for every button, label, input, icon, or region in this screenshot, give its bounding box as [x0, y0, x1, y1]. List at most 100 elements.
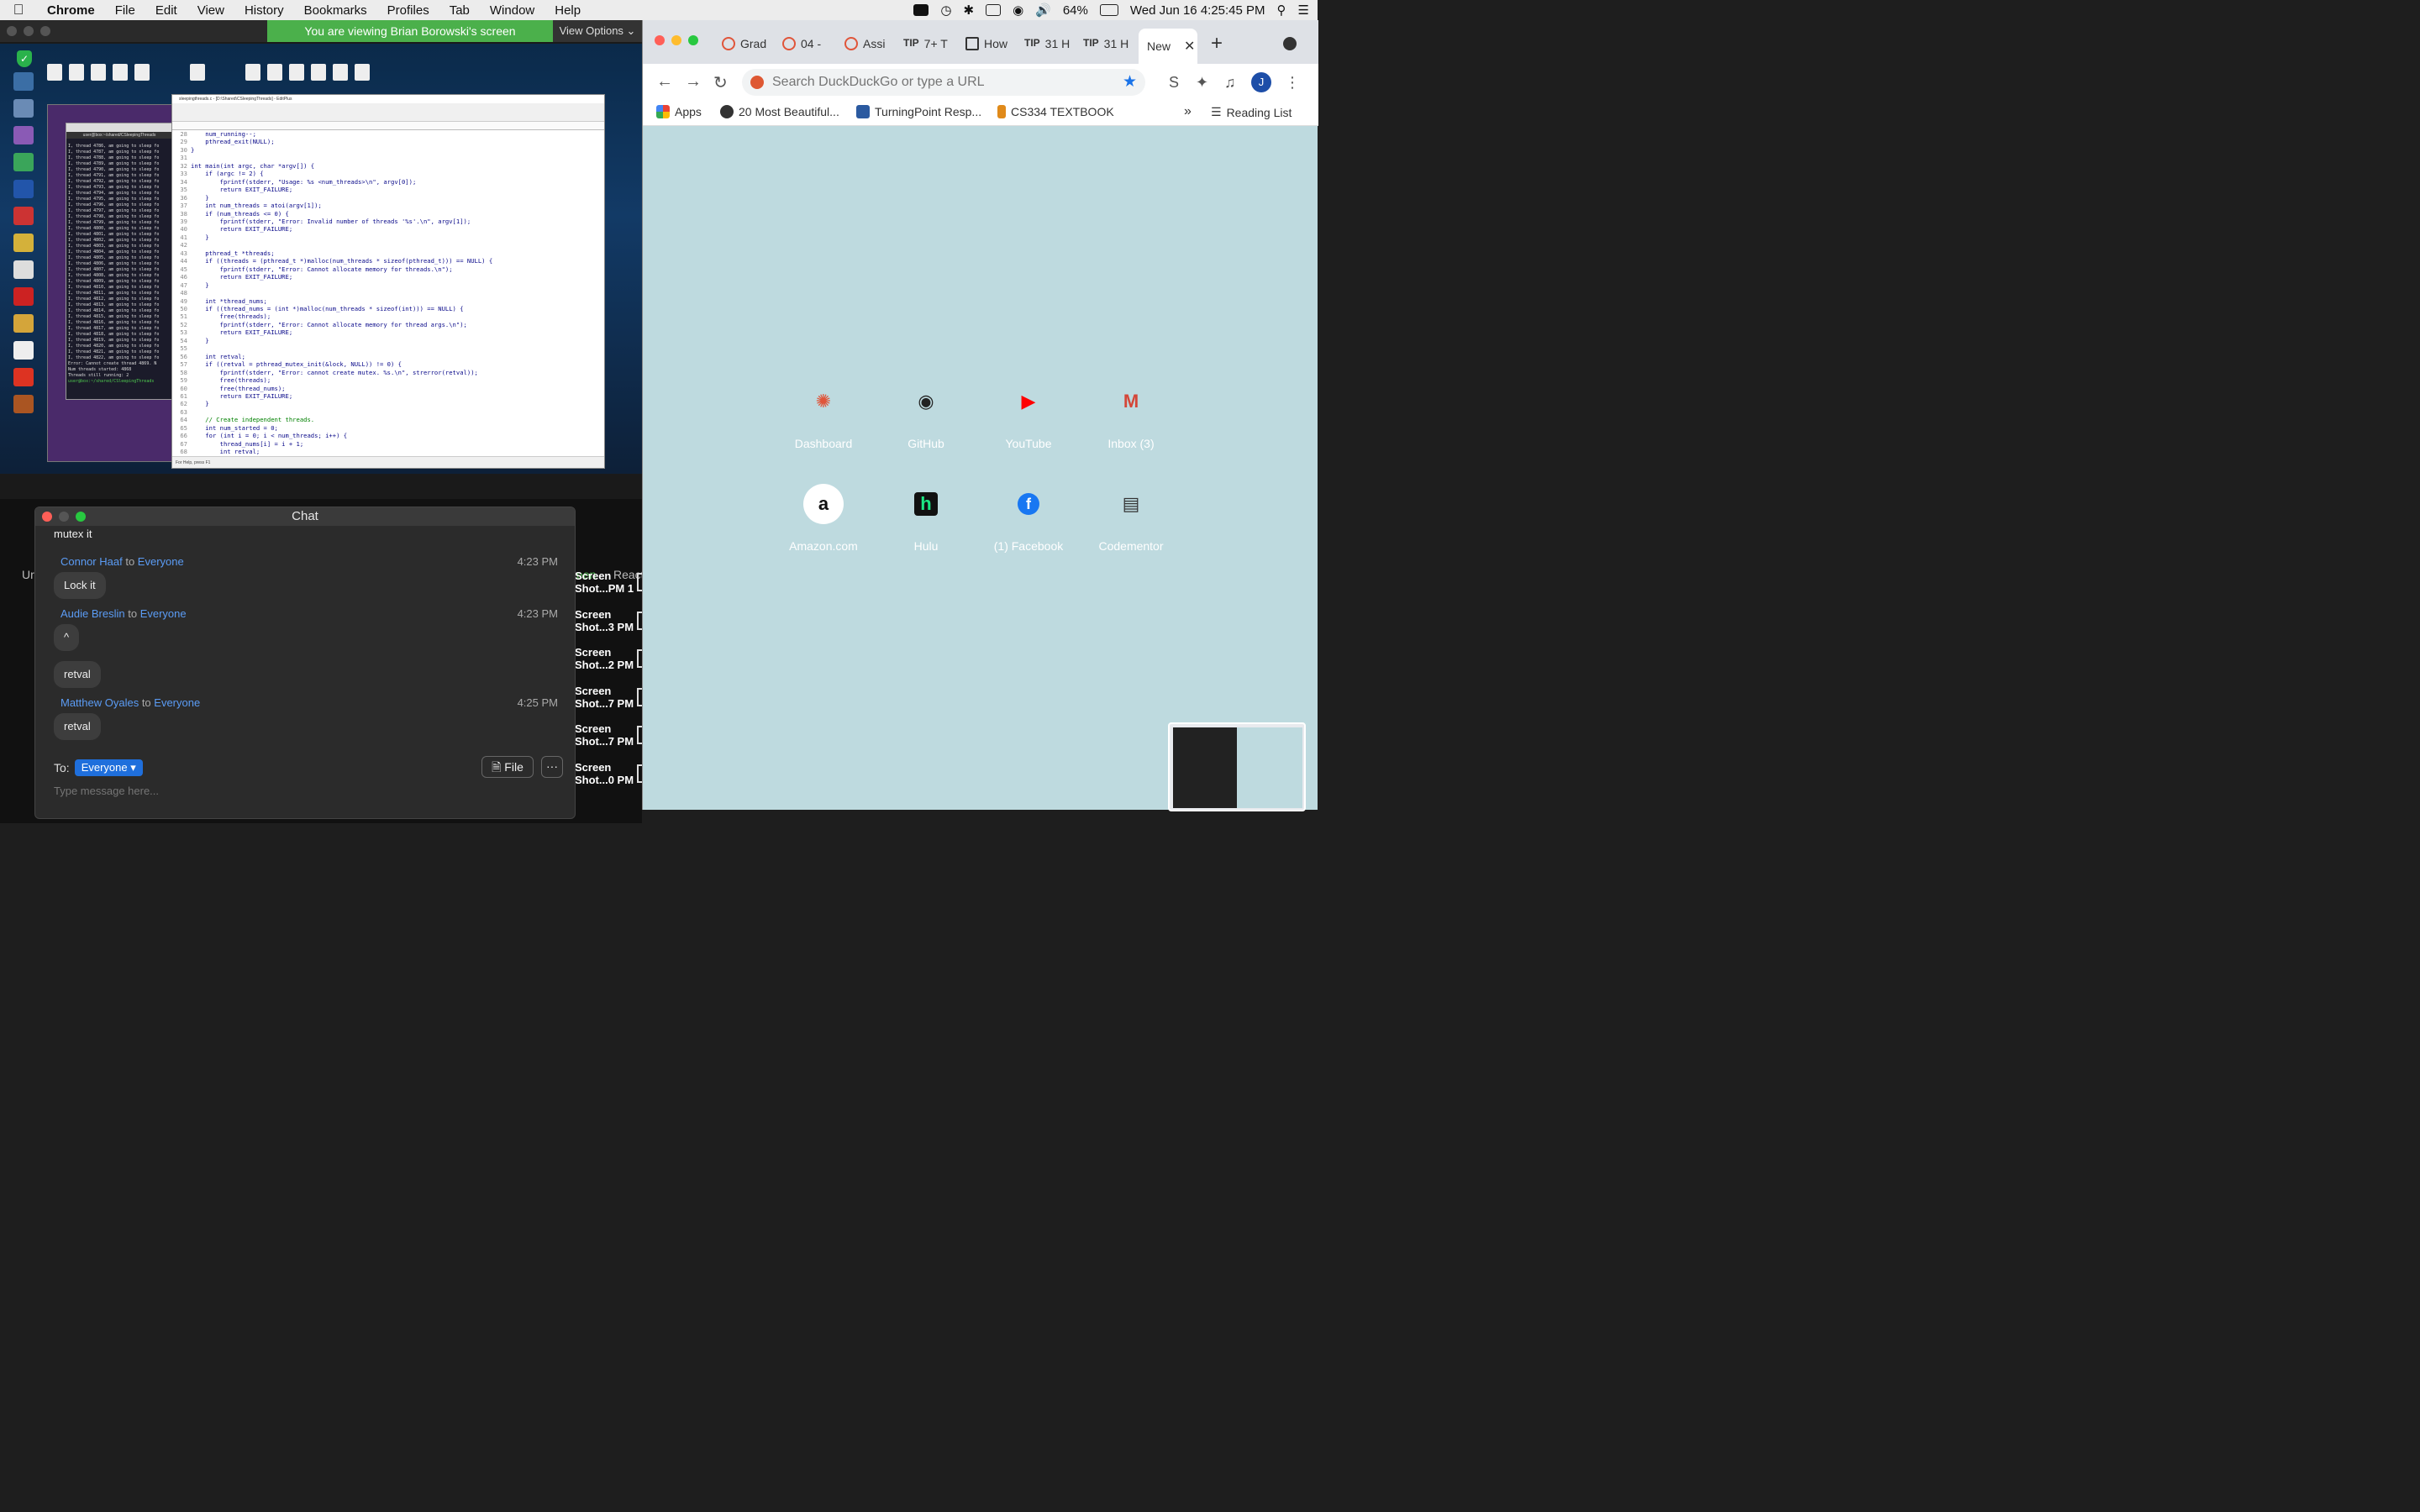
- shortcut-youtube[interactable]: ▶ YouTube: [982, 381, 1075, 450]
- tab-04[interactable]: 04 -: [782, 32, 833, 55]
- extension-s-icon[interactable]: S: [1169, 74, 1179, 92]
- volume-icon[interactable]: 🔊: [1035, 3, 1051, 18]
- file-icon[interactable]: [289, 64, 304, 81]
- menubar-clock[interactable]: Wed Jun 16 4:25:45 PM: [1130, 3, 1265, 18]
- desktop-icon[interactable]: [13, 153, 34, 171]
- zoom-status-icon[interactable]: [913, 4, 929, 16]
- desktop-icon[interactable]: [13, 368, 34, 386]
- desktop-icon[interactable]: [13, 395, 34, 413]
- editor-toolbar[interactable]: [172, 103, 604, 122]
- desktop-icon[interactable]: [13, 180, 34, 198]
- profile-avatar[interactable]: J: [1251, 72, 1271, 92]
- wifi-icon[interactable]: ◉: [1013, 3, 1023, 18]
- bookmark-item[interactable]: CS334 TEXTBOOK: [997, 105, 1114, 118]
- minimize-window-button[interactable]: [24, 26, 34, 36]
- bookmark-item[interactable]: 20 Most Beautiful...: [720, 105, 839, 118]
- reading-list-button[interactable]: ☰ Reading List: [1211, 105, 1292, 119]
- reload-icon[interactable]: ↻: [713, 72, 728, 93]
- menu-history[interactable]: History: [234, 3, 294, 18]
- desktop-icon[interactable]: [13, 126, 34, 144]
- desktop-icon[interactable]: [13, 234, 34, 252]
- desktop-icon[interactable]: [13, 99, 34, 118]
- file-icon[interactable]: [47, 64, 62, 81]
- menu-help[interactable]: Help: [544, 3, 591, 18]
- more-options-button[interactable]: ···: [541, 756, 563, 778]
- tab-tip-31a[interactable]: TIP 31 H: [1024, 32, 1080, 55]
- menu-tab[interactable]: Tab: [439, 3, 480, 18]
- shortcut-inbox[interactable]: M Inbox (3): [1085, 381, 1177, 450]
- screenshot-file[interactable]: Screen Shot...PM 1: [575, 570, 642, 608]
- menu-edit[interactable]: Edit: [145, 3, 187, 18]
- zoom-window-button[interactable]: [40, 26, 50, 36]
- bluetooth-icon[interactable]: ✱: [963, 3, 974, 18]
- bookmarks-overflow[interactable]: »: [1184, 104, 1192, 119]
- terminal-window[interactable]: user@box:~/shared/CSleepingThreads I, th…: [66, 123, 173, 400]
- close-tab-icon[interactable]: ✕: [1184, 38, 1195, 55]
- menu-bookmarks[interactable]: Bookmarks: [294, 3, 377, 18]
- editplus-window[interactable]: sleepingthreads.c - [D:\Shared\CSleeping…: [171, 94, 605, 469]
- file-icon[interactable]: [91, 64, 106, 81]
- close-window-button[interactable]: [7, 26, 17, 36]
- desktop-icon[interactable]: [13, 314, 34, 333]
- desktop-icon[interactable]: [13, 287, 34, 306]
- tab-assi[interactable]: Assi: [844, 32, 895, 55]
- screenshot-preview-thumbnail[interactable]: [1168, 722, 1306, 811]
- bookmark-item[interactable]: TurningPoint Resp...: [856, 105, 981, 118]
- zoom-chat-button[interactable]: [76, 512, 86, 522]
- menu-view[interactable]: View: [187, 3, 234, 18]
- screenshot-file[interactable]: Screen Shot...0 PM: [575, 761, 642, 800]
- forward-arrow-icon[interactable]: →: [685, 72, 702, 92]
- close-chat-button[interactable]: [42, 512, 52, 522]
- menu-profiles[interactable]: Profiles: [377, 3, 439, 18]
- tab-tip-31b[interactable]: TIP 31 H: [1083, 32, 1139, 55]
- shortcut-codementor[interactable]: ▤ Codementor: [1085, 484, 1177, 553]
- time-machine-icon[interactable]: ◷: [940, 3, 951, 18]
- address-bar-input[interactable]: [772, 74, 1108, 91]
- screenshot-file[interactable]: Screen Shot...7 PM: [575, 685, 642, 723]
- new-tab-button[interactable]: +: [1211, 32, 1223, 55]
- omnibox[interactable]: ★: [742, 69, 1145, 96]
- file-icon[interactable]: [311, 64, 326, 81]
- view-options-button[interactable]: View Options ⌄: [553, 20, 642, 42]
- file-icon[interactable]: [113, 64, 128, 81]
- file-icon[interactable]: [190, 64, 205, 81]
- tab-search-icon[interactable]: [1283, 37, 1297, 50]
- menu-app-name[interactable]: Chrome: [37, 3, 105, 18]
- recipient-dropdown[interactable]: Everyone ▾: [74, 759, 143, 776]
- back-arrow-icon[interactable]: ←: [656, 72, 673, 92]
- shortcut-facebook[interactable]: f (1) Facebook: [982, 484, 1075, 553]
- zoom-window-button[interactable]: [688, 35, 698, 45]
- file-icon[interactable]: [267, 64, 282, 81]
- control-center-icon[interactable]: ☰: [1298, 3, 1309, 18]
- desktop-icon[interactable]: [13, 260, 34, 279]
- shortcut-amazon[interactable]: a Amazon.com: [777, 484, 870, 553]
- minimize-window-button[interactable]: [671, 35, 681, 45]
- file-icon[interactable]: [355, 64, 370, 81]
- bookmark-apps[interactable]: Apps: [656, 105, 702, 118]
- menu-file[interactable]: File: [105, 3, 145, 18]
- tab-how[interactable]: How: [965, 32, 1021, 55]
- desktop-icon[interactable]: [13, 207, 34, 225]
- desktop-icon[interactable]: [13, 72, 34, 91]
- minimize-chat-button[interactable]: [59, 512, 69, 522]
- puzzle-icon[interactable]: ✦: [1196, 74, 1208, 92]
- screenshot-file[interactable]: Screen Shot...2 PM: [575, 646, 642, 685]
- file-button[interactable]: 🗎 File: [481, 756, 534, 778]
- code-area[interactable]: 28 num_running--; 29 pthread_exit(NULL); 3…: [172, 130, 597, 454]
- tab-tip-7[interactable]: TIP 7+ T: [903, 32, 960, 55]
- file-icon[interactable]: [134, 64, 150, 81]
- apple-menu-icon[interactable]: : [0, 2, 37, 18]
- close-window-button[interactable]: [655, 35, 665, 45]
- media-control-icon[interactable]: ♫: [1224, 74, 1236, 92]
- battery-icon[interactable]: [1099, 4, 1118, 16]
- menu-window[interactable]: Window: [480, 3, 544, 18]
- unmute-label[interactable]: Ur: [22, 568, 34, 581]
- tab-new[interactable]: New ✕: [1139, 29, 1197, 64]
- menu-kebab-icon[interactable]: ⋮: [1285, 74, 1300, 92]
- screenshot-file[interactable]: Screen Shot...3 PM: [575, 608, 642, 647]
- desktop-icon[interactable]: [13, 341, 34, 360]
- file-icon[interactable]: [245, 64, 260, 81]
- shortcut-dashboard[interactable]: ✺ Dashboard: [777, 381, 870, 450]
- shortcut-hulu[interactable]: h Hulu: [880, 484, 972, 553]
- chat-message-input[interactable]: [54, 785, 474, 797]
